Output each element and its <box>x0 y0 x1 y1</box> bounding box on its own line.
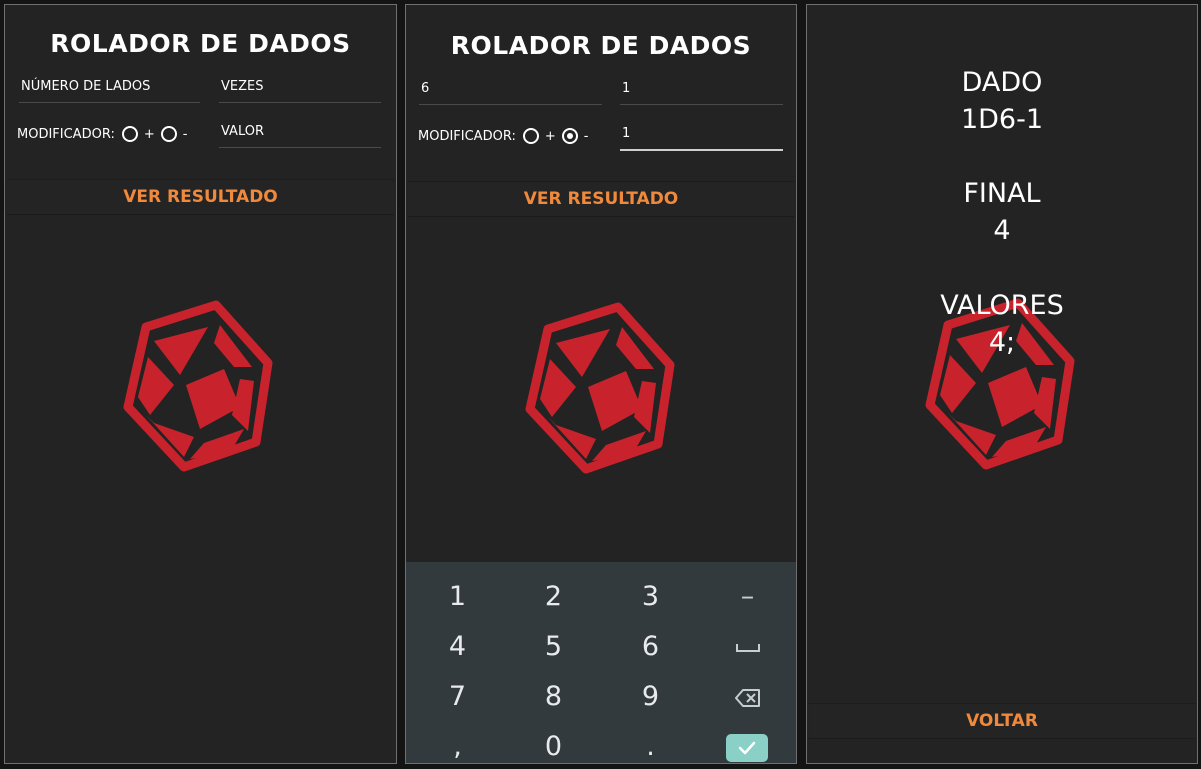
d20-dice-icon <box>525 302 675 474</box>
values-label: VALORES <box>940 290 1064 321</box>
final-label: FINAL <box>963 178 1041 209</box>
key-period[interactable]: . <box>602 722 699 763</box>
key-2[interactable]: 2 <box>505 572 602 622</box>
key-7[interactable]: 7 <box>409 672 506 722</box>
key-minus[interactable]: – <box>699 572 796 622</box>
value-input[interactable]: VALOR <box>219 122 381 148</box>
modifier-label: MODIFICADOR: <box>418 128 516 144</box>
plus-symbol: + <box>143 126 155 142</box>
backspace-icon <box>734 688 760 707</box>
modifier-row: MODIFICADOR: + - <box>17 126 188 142</box>
plus-radio[interactable] <box>522 128 539 144</box>
times-input[interactable]: VEZES <box>219 77 381 103</box>
key-4[interactable]: 4 <box>409 622 506 672</box>
times-value: 1 <box>622 81 631 96</box>
values-value: 4; <box>988 327 1016 358</box>
d20-dice-icon <box>123 300 273 472</box>
sides-placeholder: NÚMERO DE LADOS <box>21 79 151 94</box>
back-button[interactable]: VOLTAR <box>809 703 1195 738</box>
modifier-label: MODIFICADOR: <box>17 126 115 142</box>
screen-filled-form: ROLADOR DE DADOS 6 1 MODIFICADOR: + - 1 … <box>405 4 797 764</box>
dice-label: DADO <box>961 67 1043 98</box>
screen-empty-form: ROLADOR DE DADOS NÚMERO DE LADOS VEZES M… <box>4 4 397 764</box>
see-result-button[interactable]: VER RESULTADO <box>408 181 794 216</box>
key-3[interactable]: 3 <box>602 572 699 622</box>
sides-input[interactable]: NÚMERO DE LADOS <box>19 77 200 103</box>
times-input[interactable]: 1 <box>620 79 783 105</box>
minus-symbol: - <box>583 128 589 144</box>
minus-symbol: - <box>182 126 188 142</box>
minus-radio-selected[interactable] <box>561 128 578 144</box>
sides-value: 6 <box>421 81 430 96</box>
modifier-row: MODIFICADOR: + - <box>418 128 589 144</box>
key-9[interactable]: 9 <box>602 672 699 722</box>
app-title: ROLADOR DE DADOS <box>50 29 351 58</box>
key-0[interactable]: 0 <box>505 722 602 763</box>
check-icon <box>738 741 756 755</box>
key-1[interactable]: 1 <box>409 572 506 622</box>
minus-radio[interactable] <box>160 126 177 142</box>
plus-symbol: + <box>544 128 556 144</box>
see-result-button[interactable]: VER RESULTADO <box>7 179 394 214</box>
final-value: 4 <box>993 215 1011 246</box>
numeric-keypad: 1 2 3 – 4 5 6 7 8 9 , 0 . <box>406 562 796 763</box>
space-icon <box>735 643 760 652</box>
dice-value: 1D6-1 <box>960 104 1044 135</box>
sides-input[interactable]: 6 <box>419 79 602 105</box>
value-value: 1 <box>622 126 631 141</box>
value-input[interactable]: 1 <box>620 124 783 151</box>
backspace-key[interactable] <box>699 672 796 722</box>
plus-radio[interactable] <box>121 126 138 142</box>
value-placeholder: VALOR <box>221 124 264 139</box>
times-placeholder: VEZES <box>221 79 264 94</box>
done-key[interactable] <box>726 734 768 762</box>
key-6[interactable]: 6 <box>602 622 699 672</box>
key-comma[interactable]: , <box>409 722 506 763</box>
key-8[interactable]: 8 <box>505 672 602 722</box>
space-key[interactable] <box>699 622 796 672</box>
app-title: ROLADOR DE DADOS <box>450 31 752 60</box>
screen-result: DADO 1D6-1 FINAL 4 VALORES 4; VOLTAR <box>806 4 1198 764</box>
key-5[interactable]: 5 <box>505 622 602 672</box>
